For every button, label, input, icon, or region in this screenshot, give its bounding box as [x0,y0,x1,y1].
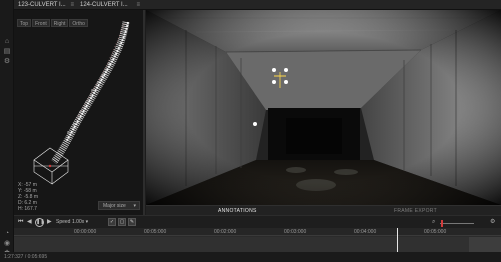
pointcloud-panel[interactable]: Top Front Right Ortho X: -57 m Y: -58 m … [14,10,145,215]
zoom-slider-handle[interactable] [441,220,443,227]
tick-label: 00:02:000 [214,229,237,235]
speed-select[interactable]: 1.00x ▾ [72,218,96,226]
tick-label: 00:03:000 [284,229,307,235]
readout-h: H: 167.7 [18,206,37,212]
status-bar: 1:27:327 / 0:05:695 [0,252,501,262]
major-size-label: Major size [103,203,126,209]
tick-label: 00:05:000 [424,229,447,235]
tool-button-2[interactable]: ▢ [118,218,126,226]
video-frame[interactable] [146,10,501,205]
tab-123-culvert[interactable]: 123-CULVERT I... ≡ [14,0,76,10]
left-icon-rail: ⌂ ▤ ⚙ ◔ ◉ ✱ [0,0,14,262]
tab-label: 123-CULVERT I... [18,2,66,8]
major-size-dropdown[interactable]: Major size ▾ [98,201,140,210]
clock-icon[interactable]: ◔ [3,230,11,238]
zoom-slider[interactable] [440,223,474,224]
tick-label: 00:00:000 [74,229,97,235]
layers-icon[interactable]: ▤ [3,48,11,56]
pause-button[interactable]: ❚❚ [35,218,44,227]
settings-gear-icon[interactable]: ⚙ [490,218,495,226]
tool-button-1[interactable]: ✓ [108,218,116,226]
step-forward-icon[interactable]: ▶ [47,218,52,226]
search-icon[interactable]: ⌕ [432,218,435,226]
step-back-icon[interactable]: ◀ [27,218,32,226]
pointcloud-render[interactable] [14,20,145,190]
timeline[interactable]: 00:00:000 00:05:000 00:02:000 00:03:000 … [14,228,501,252]
playback-controls: ⏮ ◀ ❚❚ ▶ Speed 1.00x ▾ ✓ ▢ ✎ ⌕ ⚙ [14,215,501,228]
timeline-ruler: 00:00:000 00:05:000 00:02:000 00:03:000 … [14,228,501,236]
chevron-down-icon: ▾ [133,203,136,209]
annotation-tabs: ANNOTATIONS FRAME EXPORT [146,205,501,216]
culvert-video-image [146,10,501,205]
coordinate-readouts: X: -57 m Y: -58 m Z: -5.8 m D: 6.2 m H: … [18,182,38,212]
speed-label: Speed [56,219,71,225]
settings-icon[interactable]: ⚙ [3,58,11,66]
app-window: ⌂ ▤ ⚙ ◔ ◉ ✱ 123-CULVERT I... ≡ 124-CULVE… [0,0,501,262]
hamburger-icon[interactable]: ≡ [136,0,140,10]
hamburger-icon[interactable]: ≡ [70,0,74,10]
status-timecode: 1:27:327 / 0:05:695 [4,254,48,260]
home-icon[interactable]: ⌂ [3,38,11,46]
timeline-buffer [469,237,501,252]
tab-124-culvert[interactable]: 124-CULVERT I... ≡ [76,0,144,10]
tick-label: 00:04:000 [354,229,377,235]
view-button-group: Top Front Right Ortho [17,12,89,27]
tool-button-3[interactable]: ✎ [128,218,136,226]
tab-bar: 123-CULVERT I... ≡ 124-CULVERT I... ≡ [14,0,501,10]
timeline-track[interactable] [14,237,501,252]
skip-back-icon[interactable]: ⏮ [18,218,23,226]
playhead[interactable] [397,228,398,252]
speed-value: 1.00x [72,219,85,225]
tick-label: 00:05:000 [144,229,167,235]
map-pin-icon[interactable]: ◉ [3,240,11,248]
tab-label: 124-CULVERT I... [80,2,128,8]
